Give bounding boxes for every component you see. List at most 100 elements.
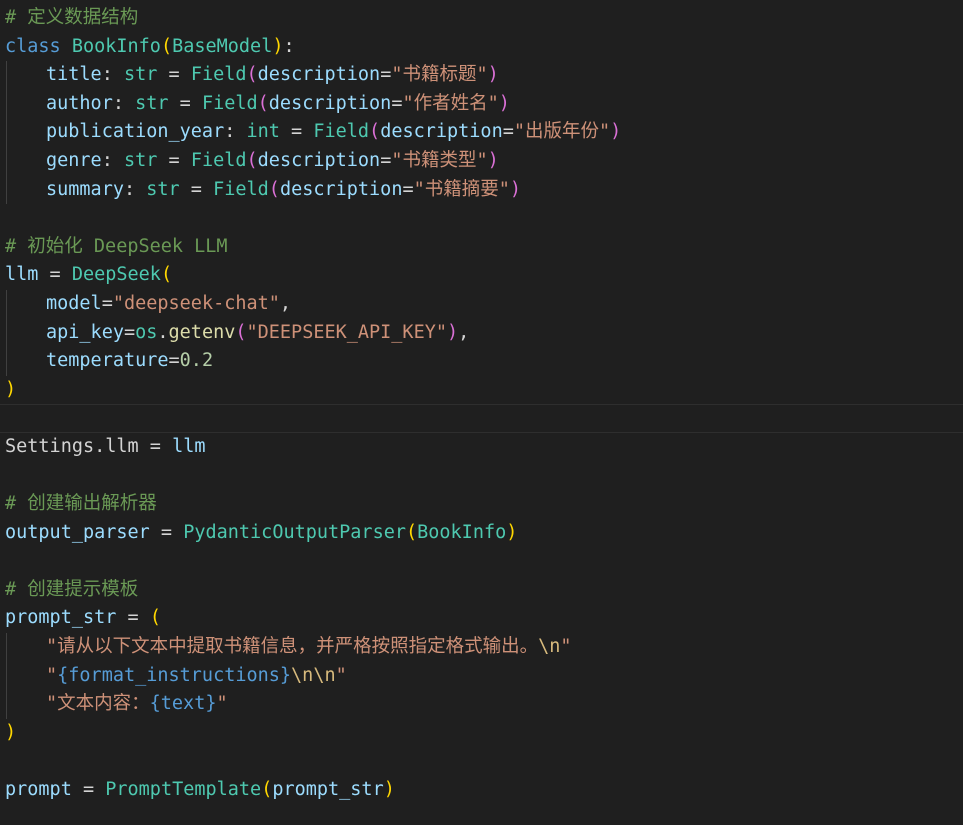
llm-variable: llm — [172, 435, 206, 457]
description-kwarg: description — [279, 178, 403, 200]
code-line: class BookInfo(BaseModel): — [0, 33, 963, 62]
comment: # 创建提示模板 — [5, 578, 139, 600]
keyword-class: class — [5, 35, 61, 57]
code-line: "请从以下文本中提取书籍信息，并严格按照指定格式输出。\n" — [0, 633, 963, 662]
indent-guide — [6, 318, 7, 348]
code-line: title: str = Field(description="书籍标题") — [0, 61, 963, 90]
code-line: summary: str = Field(description="书籍摘要") — [0, 175, 963, 205]
format-placeholder: {format_instructions} — [57, 664, 292, 686]
indent-guide — [6, 289, 7, 319]
field-type: str — [146, 178, 180, 200]
indent-guide — [6, 89, 7, 119]
getenv-function: getenv — [168, 321, 236, 343]
field-description: "书籍标题" — [391, 64, 488, 86]
code-line: "文本内容：{text}" — [0, 690, 963, 719]
indent-guide — [6, 146, 7, 176]
field-type: str — [135, 92, 169, 114]
escape-sequence: \n — [313, 664, 336, 686]
settings-attribute: llm — [105, 435, 139, 457]
deepseek-class: DeepSeek — [71, 264, 161, 286]
field-name: author — [46, 92, 113, 114]
string-literal: "请从以下文本中提取书籍信息，并严格按照指定格式输出。 — [46, 636, 539, 658]
field-type: str — [123, 64, 158, 86]
prompt-template-class: PromptTemplate — [105, 779, 262, 801]
field-function: Field — [190, 64, 247, 86]
field-type: str — [123, 149, 158, 171]
code-line: ) — [5, 721, 17, 743]
code-line: # 初始化 DeepSeek LLM — [0, 233, 963, 262]
field-name: publication_year — [46, 121, 225, 143]
string-literal: "文本内容： — [46, 693, 150, 715]
code-line: temperature=0.2 — [0, 347, 963, 376]
string-quote: " — [46, 664, 58, 686]
temperature-value: 0.2 — [179, 350, 214, 372]
bracket: ) — [272, 35, 284, 57]
field-function: Field — [190, 149, 247, 171]
current-line[interactable] — [0, 404, 963, 433]
colon: : — [283, 35, 295, 57]
code-line: # 创建输出解析器 — [0, 490, 963, 519]
llm-variable: llm — [5, 264, 39, 286]
escape-sequence: \n — [538, 636, 561, 658]
api-key-kwarg: api_key — [46, 321, 124, 343]
description-kwarg: description — [257, 64, 381, 86]
code-line: "{format_instructions}\n\n" — [0, 661, 963, 691]
field-type: int — [246, 121, 280, 143]
bracket: ( — [160, 35, 173, 57]
indent-guide — [6, 633, 7, 662]
description-kwarg: description — [268, 92, 392, 114]
prompt-str-variable: prompt_str — [5, 607, 117, 629]
model-kwarg: model — [46, 292, 102, 314]
field-description: "书籍摘要" — [413, 178, 510, 200]
code-line: author: str = Field(description="作者姓名") — [0, 89, 963, 119]
code-line: publication_year: int = Field(descriptio… — [0, 118, 963, 147]
code-editor[interactable]: # 定义数据结构 class BookInfo(BaseModel): titl… — [0, 4, 963, 805]
string-quote: " — [560, 636, 572, 658]
code-line: prompt = PromptTemplate(prompt_str) — [5, 779, 395, 801]
indent-guide — [6, 175, 7, 205]
parser-variable: output_parser — [5, 521, 150, 543]
field-description: "作者姓名" — [402, 92, 499, 114]
code-line: output_parser = PydanticOutputParser(Boo… — [5, 521, 518, 543]
string-quote: " — [216, 693, 228, 715]
field-description: "出版年份" — [513, 121, 611, 143]
field-description: "书籍类型" — [391, 149, 488, 171]
description-kwarg: description — [257, 149, 381, 171]
settings-object: Settings — [5, 435, 95, 457]
os-module: os — [135, 321, 158, 343]
code-line: model="deepseek-chat", — [0, 289, 963, 319]
prompt-variable: prompt — [5, 779, 72, 801]
parser-class: PydanticOutputParser — [183, 521, 406, 543]
string-quote: " — [335, 664, 347, 686]
code-line: prompt_str = ( — [5, 607, 161, 629]
temperature-kwarg: temperature — [46, 350, 169, 372]
field-function: Field — [213, 178, 269, 200]
code-line: # 创建提示模板 — [0, 576, 963, 605]
code-line: ) — [5, 378, 17, 400]
code-line: genre: str = Field(description="书籍类型") — [0, 146, 963, 176]
comment: # 定义数据结构 — [5, 7, 139, 28]
field-function: Field — [201, 92, 258, 114]
code-line: llm = DeepSeek( — [5, 264, 173, 286]
field-name: summary — [46, 178, 124, 200]
field-function: Field — [313, 121, 370, 143]
prompt-str-variable: prompt_str — [272, 779, 384, 801]
code-line: Settings.llm = llm — [5, 435, 206, 457]
base-class: BaseModel — [172, 35, 273, 57]
escape-sequence: \n — [291, 664, 314, 686]
description-kwarg: description — [380, 121, 503, 143]
indent-guide — [6, 690, 7, 719]
comment: # 初始化 DeepSeek LLM — [5, 235, 228, 257]
model-value: "deepseek-chat" — [112, 292, 280, 314]
field-name: genre — [46, 149, 102, 171]
code-line: # 定义数据结构 — [0, 4, 963, 33]
indent-guide — [6, 661, 7, 691]
indent-guide — [6, 347, 7, 376]
indent-guide — [6, 118, 7, 147]
text-placeholder: {text} — [149, 693, 217, 715]
indent-guide — [6, 61, 7, 90]
comment: # 创建输出解析器 — [5, 493, 157, 515]
